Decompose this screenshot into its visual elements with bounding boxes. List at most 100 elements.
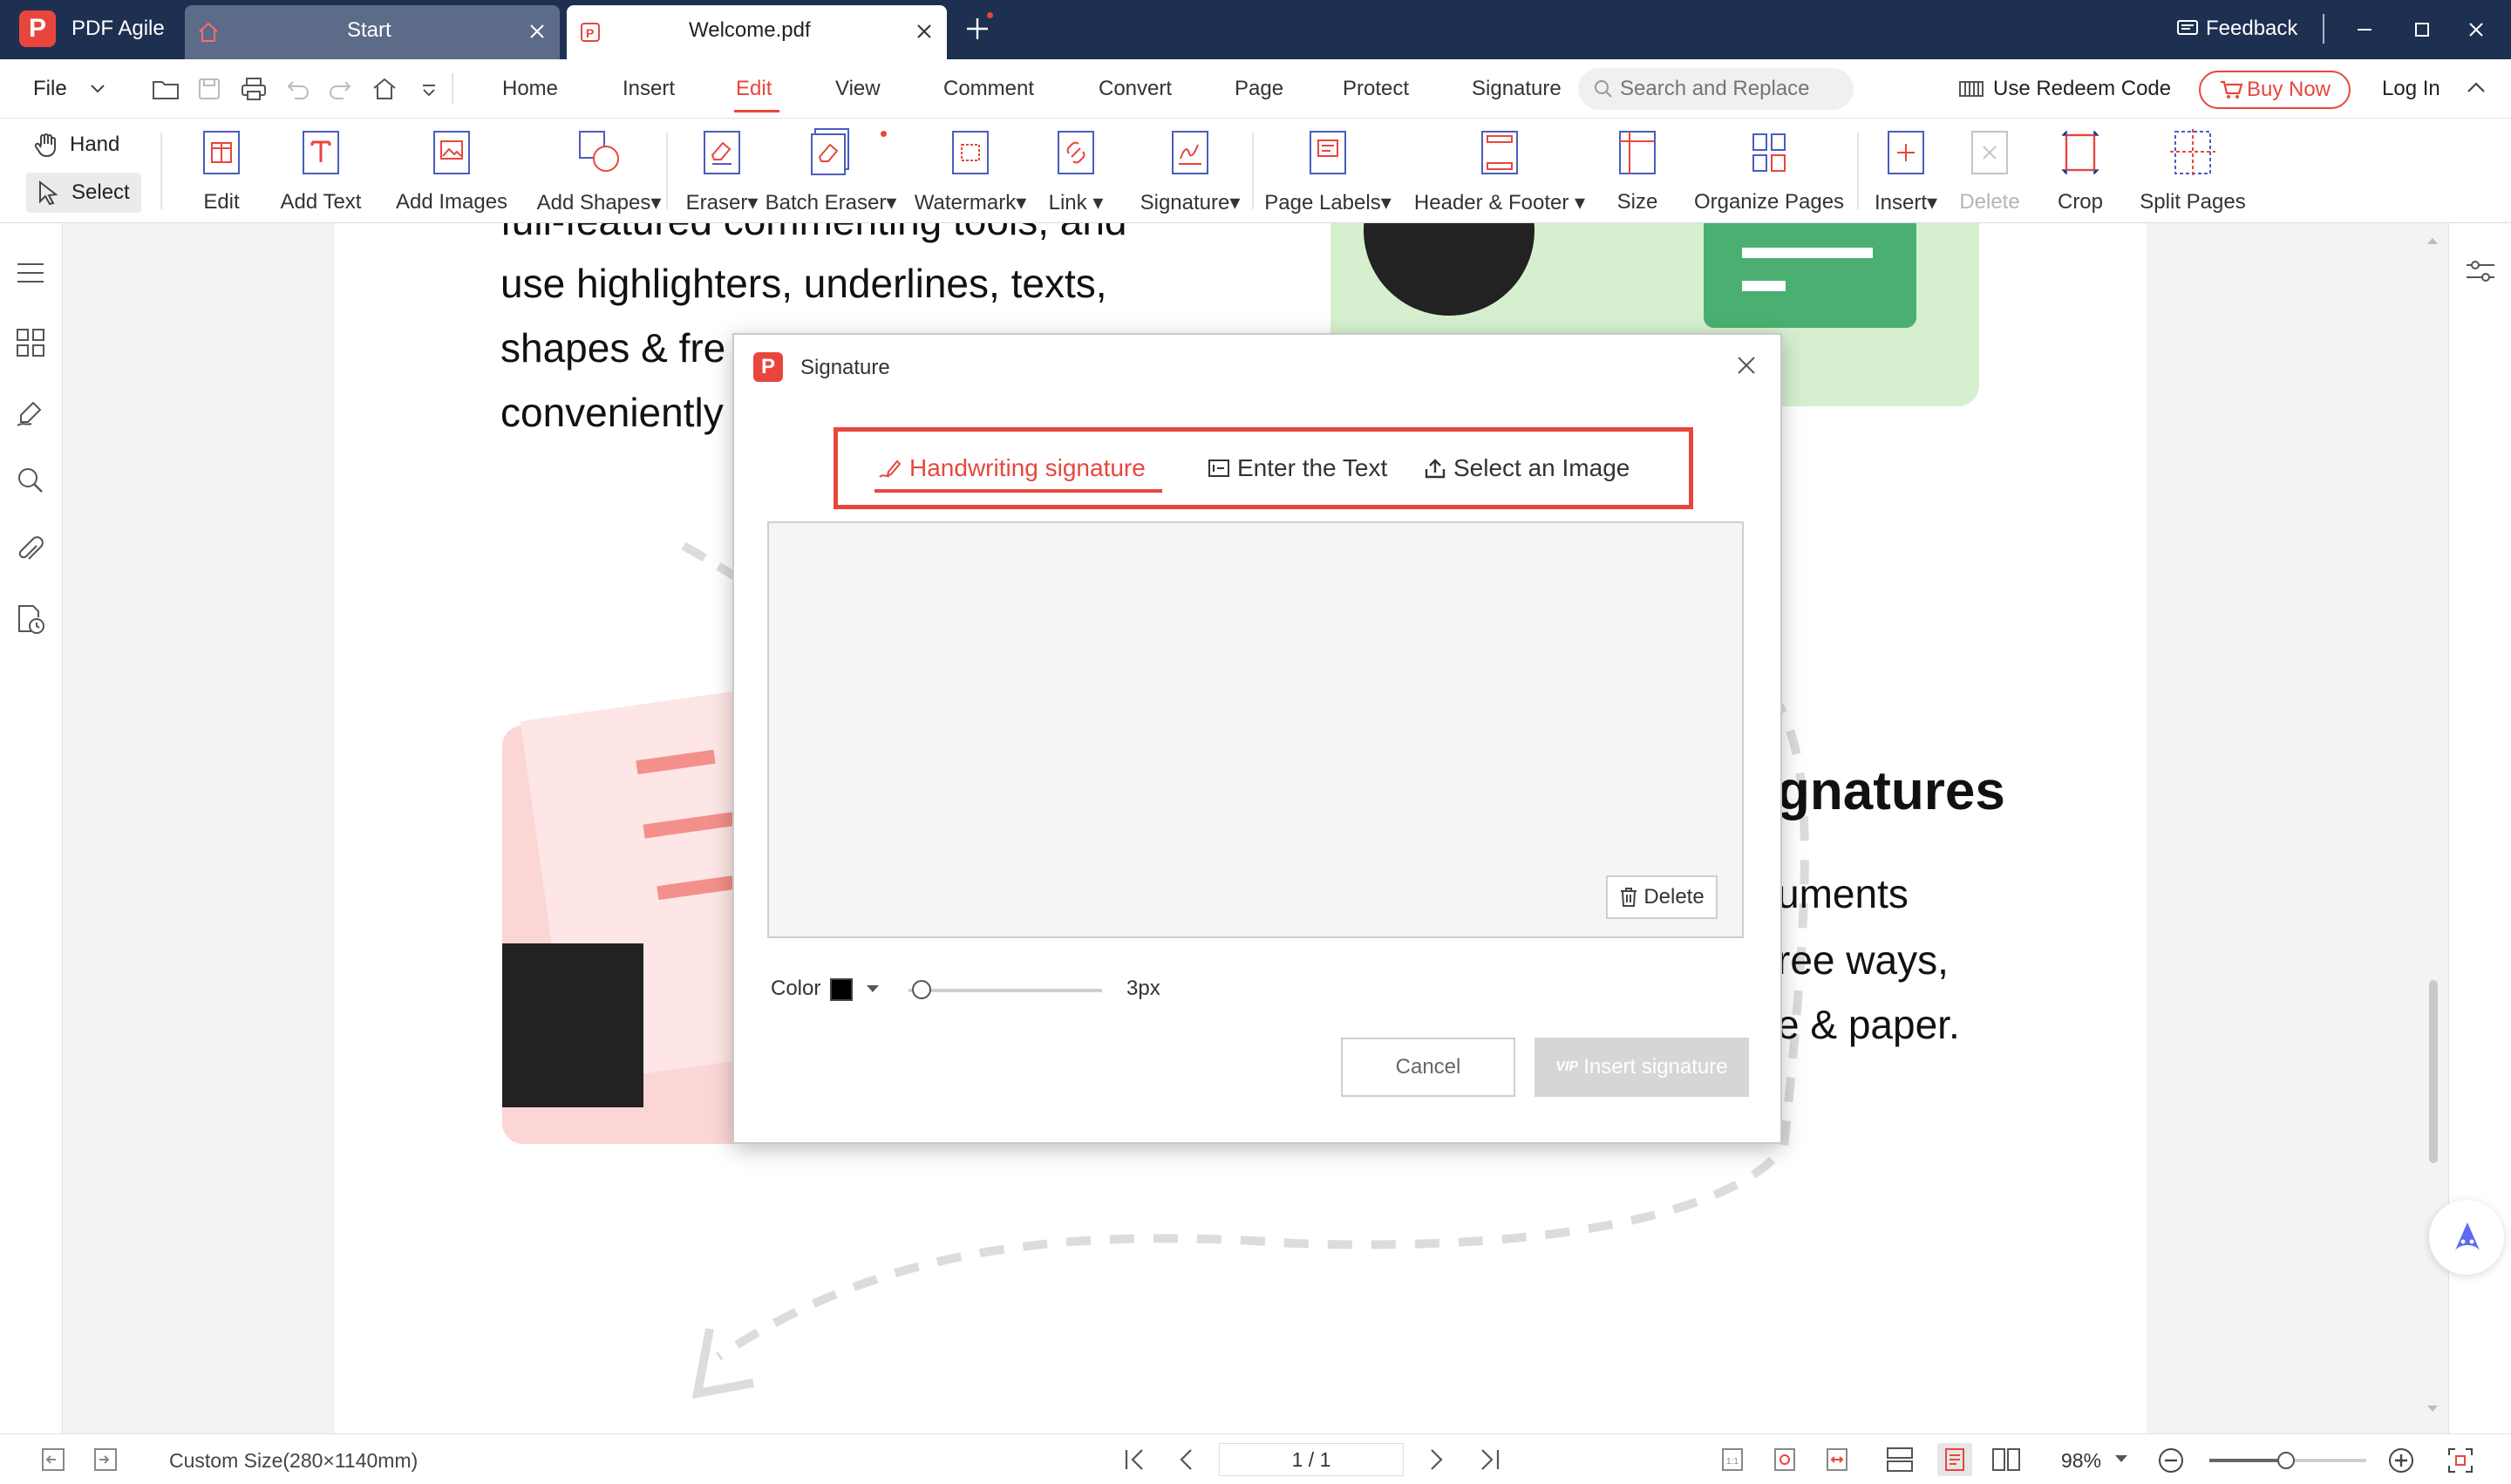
- menu-comment[interactable]: Comment: [943, 77, 1034, 101]
- edit-button[interactable]: Edit: [187, 127, 256, 218]
- batch-eraser-icon: [807, 127, 854, 178]
- menu-page[interactable]: Page: [1235, 77, 1283, 101]
- ai-assistant-icon: [2450, 1219, 2485, 1254]
- chevron-up-icon[interactable]: [2466, 80, 2487, 94]
- ai-assistant-button[interactable]: [2429, 1200, 2504, 1275]
- menu-protect[interactable]: Protect: [1343, 77, 1409, 101]
- print-icon[interactable]: [241, 77, 267, 101]
- tab-welcome-pdf[interactable]: P Welcome.pdf: [567, 5, 947, 59]
- split-pages-button[interactable]: Split Pages: [2136, 127, 2249, 218]
- menu-convert[interactable]: Convert: [1099, 77, 1172, 101]
- select-tool-button[interactable]: Select: [26, 173, 141, 213]
- zoom-dropdown-icon[interactable]: [2113, 1453, 2129, 1464]
- scroll-up-icon[interactable]: [2426, 235, 2440, 246]
- scrollbar-thumb[interactable]: [2429, 980, 2438, 1163]
- tab-start-label: Start: [347, 18, 391, 42]
- tab-select-image[interactable]: Select an Image: [1424, 454, 1630, 482]
- batch-eraser-button[interactable]: Batch Eraser▾: [766, 127, 896, 218]
- menu-view[interactable]: View: [835, 77, 881, 101]
- search-box[interactable]: [1578, 68, 1854, 110]
- watermark-button[interactable]: Watermark▾: [912, 127, 1029, 218]
- close-icon[interactable]: [914, 21, 935, 42]
- close-icon[interactable]: [1735, 354, 1758, 377]
- menu-edit[interactable]: Edit: [736, 77, 772, 101]
- new-tab-icon[interactable]: [964, 16, 990, 42]
- thumbnails-icon[interactable]: [16, 328, 45, 357]
- menu-home[interactable]: Home: [502, 77, 558, 101]
- pen-thickness-slider[interactable]: [908, 989, 1102, 992]
- organize-pages-button[interactable]: Organize Pages: [1694, 127, 1844, 218]
- hand-tool-button[interactable]: Hand: [33, 131, 119, 159]
- previous-page-icon[interactable]: [1174, 1447, 1200, 1473]
- buy-now-button[interactable]: Buy Now: [2199, 71, 2351, 109]
- tab-enter-text[interactable]: Enter the Text: [1208, 454, 1387, 482]
- search-input[interactable]: [1620, 75, 1838, 103]
- save-icon: [197, 77, 221, 101]
- close-window-icon[interactable]: [2466, 19, 2487, 40]
- document-text-line: e & paper.: [1777, 1002, 1960, 1047]
- customize-toolbar-icon[interactable]: [420, 84, 438, 98]
- scroll-down-icon[interactable]: [2426, 1404, 2440, 1414]
- size-button[interactable]: Size: [1613, 127, 1662, 218]
- continuous-scroll-icon[interactable]: [1885, 1447, 1915, 1473]
- zoom-in-icon[interactable]: [2387, 1447, 2415, 1474]
- page-number-input[interactable]: 1 / 1: [1219, 1443, 1404, 1476]
- pen-thickness-value: 3px: [1126, 977, 1160, 1000]
- search-icon[interactable]: [16, 466, 45, 495]
- menu-signature[interactable]: Signature: [1472, 77, 1562, 101]
- link-button[interactable]: Link ▾: [1043, 127, 1109, 218]
- document-heading: gnatures: [1777, 761, 2005, 821]
- crop-button[interactable]: Crop: [2051, 127, 2110, 218]
- zoom-level[interactable]: 98%: [2061, 1449, 2101, 1473]
- attachment-icon[interactable]: [16, 535, 45, 565]
- open-folder-icon[interactable]: [152, 77, 181, 101]
- minimize-icon[interactable]: [2354, 19, 2375, 40]
- chevron-down-icon[interactable]: [865, 984, 881, 994]
- zoom-out-icon[interactable]: [2157, 1447, 2185, 1474]
- delete-signature-button[interactable]: Delete: [1606, 875, 1718, 919]
- app-logo: P: [19, 10, 56, 47]
- pen-thickness-slider-thumb[interactable]: [912, 980, 932, 999]
- document-history-icon[interactable]: [16, 603, 45, 635]
- sidebar-expand-icon[interactable]: [92, 1447, 119, 1473]
- insert-page-button[interactable]: Insert▾: [1871, 127, 1941, 218]
- add-text-button[interactable]: Add Text: [276, 127, 366, 218]
- tab-handwriting-signature[interactable]: Handwriting signature: [878, 454, 1146, 482]
- header-footer-button[interactable]: Header & Footer ▾: [1412, 127, 1587, 218]
- single-page-view-icon[interactable]: [1937, 1443, 1972, 1476]
- maximize-icon[interactable]: [2412, 19, 2433, 40]
- fullscreen-icon[interactable]: [2446, 1447, 2474, 1474]
- properties-sliders-icon[interactable]: [2465, 258, 2496, 284]
- signature-drawing-canvas[interactable]: Delete: [767, 521, 1744, 938]
- menu-icon[interactable]: [16, 260, 45, 286]
- tab-start[interactable]: Start: [185, 5, 560, 59]
- page-labels-button[interactable]: Page Labels▾: [1264, 127, 1392, 218]
- annotation-pen-icon[interactable]: [16, 398, 45, 427]
- fit-width-icon[interactable]: [1824, 1447, 1850, 1473]
- add-images-button[interactable]: Add Images: [391, 127, 513, 218]
- fit-page-icon[interactable]: [1772, 1447, 1798, 1473]
- vip-badge: VIP: [1555, 1059, 1579, 1074]
- sidebar-collapse-icon[interactable]: [40, 1447, 66, 1473]
- feedback-button[interactable]: Feedback: [2176, 17, 2297, 41]
- next-page-icon[interactable]: [1423, 1447, 1449, 1473]
- redeem-code-button[interactable]: Use Redeem Code: [1958, 77, 2171, 101]
- add-shapes-label: Add Shapes▾: [536, 191, 662, 214]
- two-page-view-icon[interactable]: [1991, 1447, 2021, 1473]
- close-icon[interactable]: [527, 21, 548, 42]
- last-page-icon[interactable]: [1477, 1447, 1503, 1473]
- signature-button[interactable]: Signature▾: [1132, 127, 1249, 218]
- eraser-button[interactable]: Eraser▾: [680, 127, 764, 218]
- zoom-slider-thumb[interactable]: [2277, 1452, 2296, 1469]
- page-size-label: Custom Size(280×1140mm): [169, 1449, 418, 1472]
- home-icon[interactable]: [371, 77, 398, 101]
- cancel-button[interactable]: Cancel: [1341, 1038, 1515, 1097]
- add-shapes-button[interactable]: Add Shapes▾: [534, 127, 664, 218]
- color-picker-swatch[interactable]: [830, 978, 853, 1001]
- file-menu[interactable]: File: [33, 77, 105, 101]
- actual-size-icon[interactable]: 1:1: [1719, 1447, 1745, 1473]
- login-link[interactable]: Log In: [2382, 77, 2440, 101]
- first-page-icon[interactable]: [1121, 1447, 1147, 1473]
- menu-insert[interactable]: Insert: [623, 77, 675, 101]
- insert-signature-button: VIP Insert signature: [1534, 1038, 1749, 1097]
